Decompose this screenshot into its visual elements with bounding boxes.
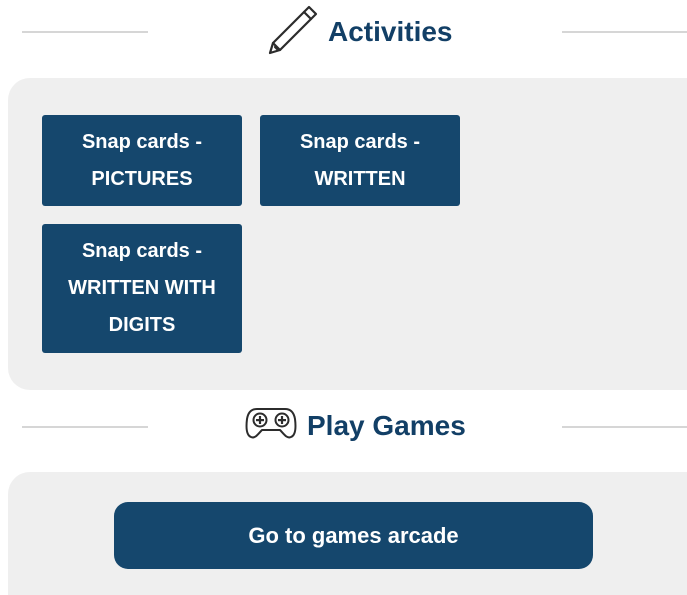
tile-line: Snap cards -: [81, 130, 203, 153]
divider-right: [562, 426, 687, 428]
tile-line: DIGITS: [108, 314, 176, 336]
tile-line: Snap cards -: [81, 240, 203, 262]
activities-title: Activities: [328, 16, 453, 47]
snap-cards-written-button[interactable]: Snap cards - WRITTEN: [260, 115, 460, 206]
tile-line: WRITTEN WITH: [68, 277, 216, 299]
tile-line: Snap cards -: [299, 130, 421, 153]
activities-title-group: Activities: [264, 5, 453, 56]
tile-line: WRITTEN: [314, 167, 406, 190]
divider-left: [22, 31, 148, 33]
activities-header: Activities: [0, 5, 687, 56]
games-header: Play Games: [0, 400, 687, 450]
games-title: Play Games: [307, 410, 466, 441]
games-title-group: Play Games: [243, 404, 466, 448]
snap-cards-written-with-digits-button[interactable]: Snap cards - WRITTEN WITH DIGITS: [42, 224, 242, 353]
tile-line: PICTURES: [91, 167, 193, 190]
snap-cards-pictures-button[interactable]: Snap cards - PICTURES: [42, 115, 242, 206]
divider-right: [562, 31, 687, 33]
gamepad-icon: [243, 403, 299, 450]
arcade-button-label: Go to games arcade: [248, 522, 459, 548]
pencil-icon: [264, 0, 320, 66]
go-to-games-arcade-button[interactable]: Go to games arcade: [114, 502, 593, 569]
divider-left: [22, 426, 148, 428]
